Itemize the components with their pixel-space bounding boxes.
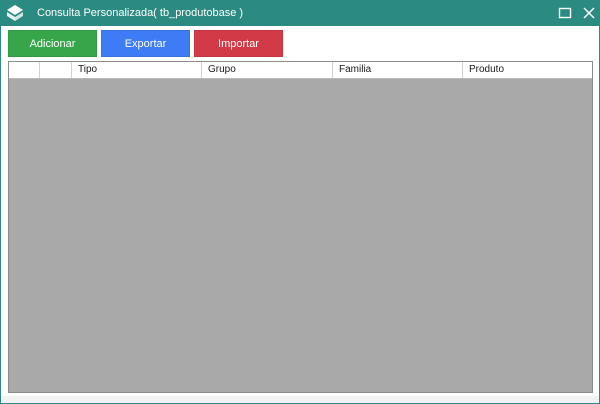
maximize-icon[interactable] [556,4,574,22]
column-header-grupo[interactable]: Grupo [202,62,333,78]
main-window: Consulta Personalizada( tb_produtobase )… [0,0,600,404]
import-button[interactable]: Importar [194,30,283,57]
column-header-row-indicator[interactable] [9,62,40,78]
column-header-familia[interactable]: Familia [333,62,463,78]
bottom-strip [1,396,599,403]
export-button[interactable]: Exportar [101,30,190,57]
close-icon[interactable] [580,4,598,22]
add-button[interactable]: Adicionar [8,30,97,57]
title-bar[interactable]: Consulta Personalizada( tb_produtobase ) [1,0,600,26]
data-grid[interactable]: Tipo Grupo Familia Produto [8,61,593,393]
grid-header: Tipo Grupo Familia Produto [9,62,592,79]
column-header-produto[interactable]: Produto [463,62,592,78]
column-header-tipo[interactable]: Tipo [72,62,202,78]
column-header-select[interactable] [40,62,72,78]
app-logo-icon [7,5,23,21]
window-title: Consulta Personalizada( tb_produtobase ) [37,7,244,19]
